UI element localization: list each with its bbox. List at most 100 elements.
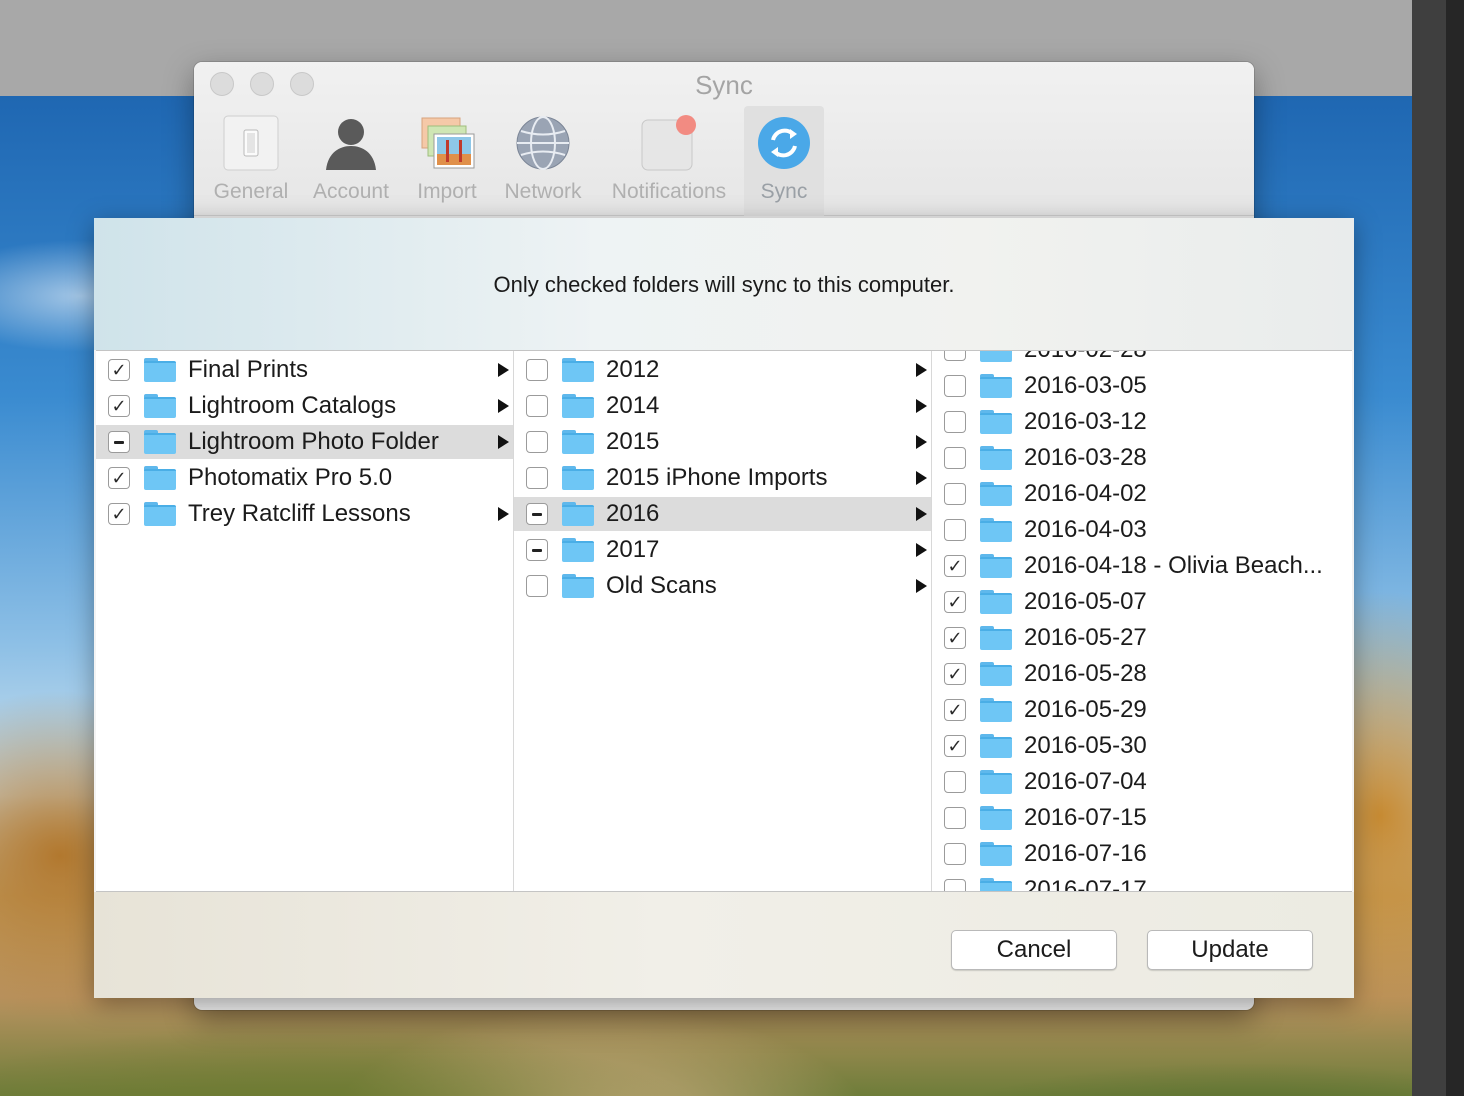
- folder-row[interactable]: ✓ Lightroom Catalogs: [96, 389, 513, 423]
- folder-row[interactable]: 2016-07-17: [932, 873, 1352, 891]
- checkbox-checked[interactable]: ✓: [944, 555, 966, 577]
- folder-row[interactable]: 2016-03-28: [932, 441, 1352, 475]
- folder-row[interactable]: 2016-07-04: [932, 765, 1352, 799]
- folder-row[interactable]: 2016-03-05: [932, 369, 1352, 403]
- folder-row[interactable]: ✓ 2016-04-18 - Olivia Beach...: [932, 549, 1352, 583]
- folder-row[interactable]: 2016-03-12: [932, 405, 1352, 439]
- folder-icon: [980, 662, 1012, 686]
- disclosure-arrow-icon[interactable]: [916, 435, 927, 449]
- disclosure-arrow-icon[interactable]: [916, 543, 927, 557]
- folder-row[interactable]: 2017: [514, 533, 931, 567]
- disclosure-arrow-icon[interactable]: [916, 471, 927, 485]
- disclosure-arrow-icon[interactable]: [916, 579, 927, 593]
- folder-name: 2016-04-18 - Olivia Beach...: [1024, 552, 1323, 579]
- checkbox-mixed[interactable]: [526, 503, 548, 525]
- toolbar-sync[interactable]: Sync: [744, 106, 824, 216]
- folder-name: 2016-02-28: [1024, 351, 1147, 364]
- folder-row[interactable]: 2016: [514, 497, 931, 531]
- folder-icon: [980, 482, 1012, 506]
- checkbox-unchecked[interactable]: [944, 411, 966, 433]
- folder-row[interactable]: 2016-02-28: [932, 351, 1352, 367]
- folder-row[interactable]: ✓ Final Prints: [96, 353, 513, 387]
- toolbar-import[interactable]: Import: [406, 106, 488, 216]
- checkbox-unchecked[interactable]: [944, 519, 966, 541]
- sheet-footer: Cancel Update: [94, 892, 1354, 998]
- folder-row[interactable]: 2016-07-16: [932, 837, 1352, 871]
- folder-row[interactable]: 2012: [514, 353, 931, 387]
- folder-name: 2016-07-17: [1024, 876, 1147, 891]
- checkbox-mixed[interactable]: [526, 539, 548, 561]
- checkbox-unchecked[interactable]: [944, 483, 966, 505]
- folder-icon: [562, 358, 594, 382]
- checkbox-unchecked[interactable]: [944, 879, 966, 891]
- checkbox-unchecked[interactable]: [944, 351, 966, 361]
- disclosure-arrow-icon[interactable]: [498, 363, 509, 377]
- checkbox-checked[interactable]: ✓: [944, 663, 966, 685]
- folder-name: 2015 iPhone Imports: [606, 464, 828, 491]
- cancel-button[interactable]: Cancel: [951, 930, 1117, 970]
- checkbox-unchecked[interactable]: [526, 395, 548, 417]
- folder-row[interactable]: ✓ 2016-05-27: [932, 621, 1352, 655]
- checkbox-checked[interactable]: ✓: [108, 467, 130, 489]
- disclosure-arrow-icon[interactable]: [498, 435, 509, 449]
- folder-row[interactable]: 2016-04-02: [932, 477, 1352, 511]
- folder-column-2[interactable]: 2012 2014 2015 2015 iPhone Imports 2016 2017 O…: [514, 351, 932, 891]
- checkbox-unchecked[interactable]: [944, 447, 966, 469]
- folder-row[interactable]: 2015 iPhone Imports: [514, 461, 931, 495]
- toolbar-general[interactable]: General: [206, 106, 296, 216]
- folder-row[interactable]: Lightroom Photo Folder: [96, 425, 513, 459]
- checkbox-checked[interactable]: ✓: [944, 735, 966, 757]
- checkbox-checked[interactable]: ✓: [108, 359, 130, 381]
- notifications-badge-icon: [641, 115, 696, 171]
- checkbox-unchecked[interactable]: [944, 771, 966, 793]
- disclosure-arrow-icon[interactable]: [916, 363, 927, 377]
- folder-name: 2016-05-29: [1024, 696, 1147, 723]
- toolbar-account[interactable]: Account: [306, 106, 396, 216]
- folder-row[interactable]: ✓ 2016-05-07: [932, 585, 1352, 619]
- checkbox-checked[interactable]: ✓: [108, 395, 130, 417]
- folder-column-3[interactable]: 2016-02-28 2016-03-05 2016-03-12 2016-03-28…: [932, 351, 1352, 891]
- folder-row[interactable]: 2016-04-03: [932, 513, 1352, 547]
- checkbox-unchecked[interactable]: [526, 431, 548, 453]
- folder-icon: [980, 446, 1012, 470]
- folder-name: Photomatix Pro 5.0: [188, 464, 393, 491]
- update-button[interactable]: Update: [1147, 930, 1313, 970]
- toolbar-notifications[interactable]: Notifications: [600, 106, 738, 216]
- checkbox-checked[interactable]: ✓: [944, 591, 966, 613]
- disclosure-arrow-icon[interactable]: [916, 507, 927, 521]
- disclosure-arrow-icon[interactable]: [498, 507, 509, 521]
- folder-row[interactable]: 2016-07-15: [932, 801, 1352, 835]
- folder-icon: [980, 806, 1012, 830]
- checkbox-checked[interactable]: ✓: [944, 627, 966, 649]
- folder-column-1[interactable]: ✓ Final Prints ✓ Lightroom Catalogs Lightroo…: [96, 351, 514, 891]
- checkbox-checked[interactable]: ✓: [944, 699, 966, 721]
- folder-row[interactable]: 2014: [514, 389, 931, 423]
- disclosure-arrow-icon[interactable]: [916, 399, 927, 413]
- folder-row[interactable]: 2015: [514, 425, 931, 459]
- folder-row[interactable]: ✓ 2016-05-29: [932, 693, 1352, 727]
- checkbox-unchecked[interactable]: [526, 467, 548, 489]
- folder-row[interactable]: Old Scans: [514, 569, 931, 603]
- folder-name: Old Scans: [606, 572, 717, 599]
- toolbar-label-sync: Sync: [760, 180, 808, 203]
- toolbar-label-account: Account: [313, 180, 389, 203]
- folder-row[interactable]: ✓ 2016-05-30: [932, 729, 1352, 763]
- checkbox-checked[interactable]: ✓: [108, 503, 130, 525]
- folder-icon: [980, 374, 1012, 398]
- toolbar-label-import: Import: [417, 180, 477, 203]
- checkbox-unchecked[interactable]: [944, 843, 966, 865]
- folder-name: 2016-05-28: [1024, 660, 1147, 687]
- folder-row[interactable]: ✓ Trey Ratcliff Lessons: [96, 497, 513, 531]
- folder-name: 2016-05-27: [1024, 624, 1147, 651]
- sync-arrows-icon: [758, 117, 810, 169]
- toolbar-network[interactable]: Network: [494, 106, 592, 216]
- folder-row[interactable]: ✓ 2016-05-28: [932, 657, 1352, 691]
- disclosure-arrow-icon[interactable]: [498, 399, 509, 413]
- checkbox-unchecked[interactable]: [526, 359, 548, 381]
- folder-row[interactable]: ✓ Photomatix Pro 5.0: [96, 461, 513, 495]
- checkbox-unchecked[interactable]: [944, 807, 966, 829]
- checkbox-unchecked[interactable]: [526, 575, 548, 597]
- folder-name: 2016-05-07: [1024, 588, 1147, 615]
- checkbox-mixed[interactable]: [108, 431, 130, 453]
- checkbox-unchecked[interactable]: [944, 375, 966, 397]
